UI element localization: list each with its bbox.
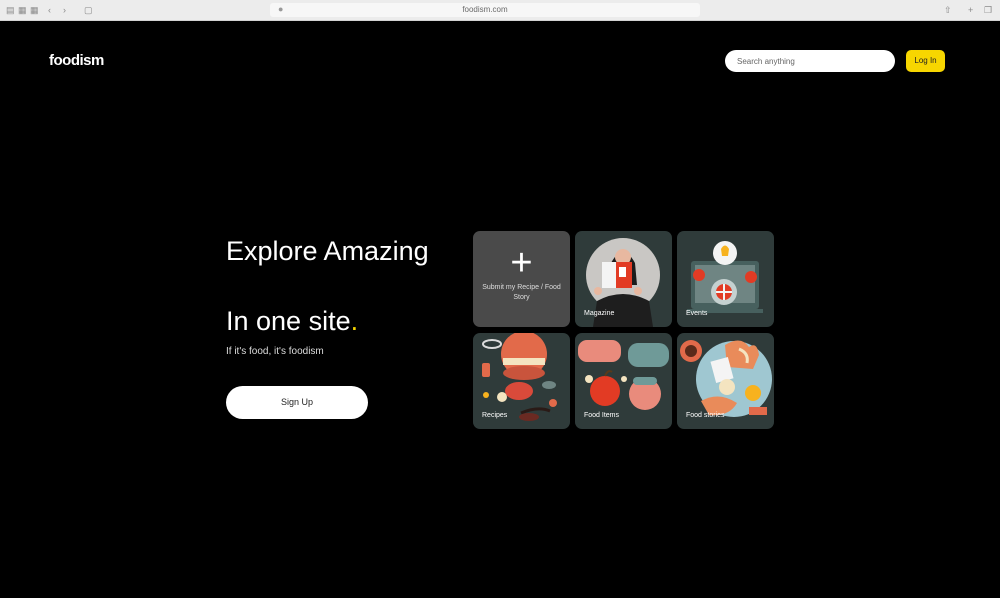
forward-icon[interactable]: ›	[63, 5, 66, 15]
hero-tagline: If it's food, it's foodism	[226, 346, 324, 357]
grid-icon[interactable]: ▦	[30, 5, 39, 15]
hero-headline-dot: .	[350, 306, 359, 336]
new-tab-icon[interactable]: +	[968, 5, 973, 15]
search-input[interactable]	[725, 50, 895, 72]
plus-icon: +	[510, 242, 533, 284]
address-text: foodism.com	[462, 5, 508, 14]
login-button[interactable]: Log In	[906, 50, 945, 72]
hero-headline-1: Explore Amazing	[226, 236, 429, 266]
browser-toolbar: ▤ ▦ ▦ ‹ › ▢ ● foodism.com ⇧ + ❐	[0, 0, 1000, 21]
sidebar-icon[interactable]: ▤	[6, 5, 15, 15]
site-logo[interactable]: foodism	[49, 52, 104, 69]
grid-icon[interactable]: ▦	[18, 5, 27, 15]
tile-events[interactable]: Events	[677, 231, 774, 327]
share-icon[interactable]: ⇧	[944, 5, 952, 15]
tabs-icon[interactable]: ❐	[984, 5, 992, 15]
hero-headline-2: In one site.	[226, 306, 358, 337]
tile-label: Magazine	[584, 310, 615, 317]
signup-button[interactable]: Sign Up	[226, 386, 368, 419]
tile-label: Recipes	[482, 412, 508, 419]
tile-food-items[interactable]: Food Items	[575, 333, 672, 429]
back-icon[interactable]: ‹	[48, 5, 51, 15]
tile-submit-recipe[interactable]: + Submit my Recipe / Food Story	[473, 231, 570, 327]
tile-label: Food Items	[584, 412, 620, 419]
tile-label: Events	[686, 310, 708, 317]
address-bar[interactable]: ● foodism.com	[270, 3, 700, 17]
hero-headline-2-text: In one site	[226, 306, 351, 336]
tile-magazine[interactable]: Magazine	[575, 231, 672, 327]
tile-recipes[interactable]: Recipes	[473, 333, 570, 429]
tile-label: Submit my Recipe / Food Story	[482, 284, 561, 301]
reader-icon[interactable]: ▢	[84, 5, 93, 15]
tile-label: Food stories	[686, 412, 725, 419]
tile-food-stories[interactable]: Food stories	[677, 333, 774, 429]
